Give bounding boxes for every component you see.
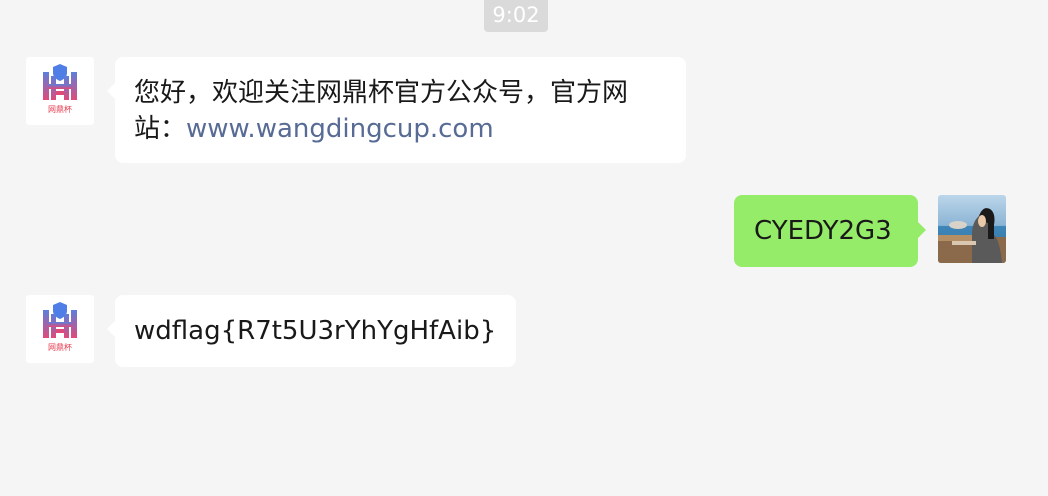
logo-text: 网鼎杯 [48, 105, 72, 114]
incoming-message-bubble[interactable]: 您好，欢迎关注网鼎杯官方公众号，官方网站：www.wangdingcup.com [107, 57, 686, 163]
user-avatar[interactable] [938, 195, 1006, 263]
logo-text: 网鼎杯 [48, 343, 72, 352]
message-text: wdflag{R7t5U3rYhYgHfAib} [134, 316, 497, 346]
contact-avatar[interactable]: 网鼎杯 [26, 295, 94, 363]
wangding-logo-icon [43, 302, 77, 338]
website-link[interactable]: www.wangdingcup.com [186, 114, 494, 144]
user-photo-icon [938, 195, 1006, 263]
incoming-message-bubble[interactable]: wdflag{R7t5U3rYhYgHfAib} [107, 295, 516, 367]
outgoing-message-bubble[interactable]: CYEDY2G3 [734, 195, 926, 267]
message-text: CYEDY2G3 [754, 216, 892, 246]
message-timestamp: 9:02 [484, 0, 548, 32]
contact-avatar[interactable]: 网鼎杯 [26, 57, 94, 125]
wangding-logo-icon [43, 64, 77, 100]
